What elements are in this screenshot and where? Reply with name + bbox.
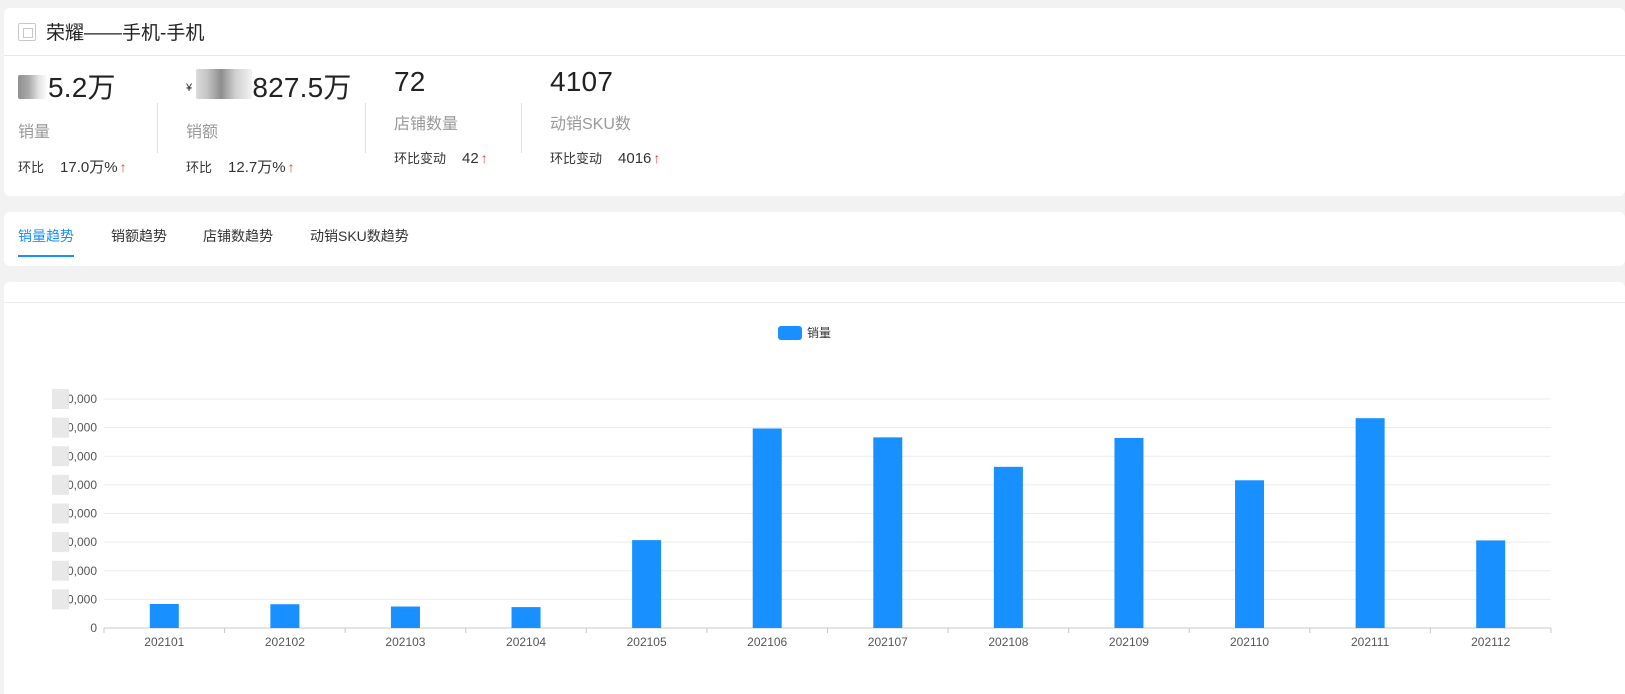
x-tick-label: 202110 xyxy=(1230,635,1269,649)
metric-value: 72 xyxy=(394,66,426,97)
metric-label: 销额 xyxy=(186,124,219,141)
metric-compare: 环比 17.0万% ↑ xyxy=(18,156,127,177)
bar xyxy=(1476,540,1506,628)
divider xyxy=(365,103,366,153)
brand-icon xyxy=(18,22,36,41)
metric-compare: 环比变动 4016 ↑ xyxy=(550,148,660,167)
metric-sales-volume: 5.2万 销量 环比 17.0万% ↑ xyxy=(18,66,127,177)
obscured-tick-digits xyxy=(52,446,69,467)
obscured-tick-digits xyxy=(52,389,69,409)
metric-label: 销量 xyxy=(18,124,51,141)
metric-store-count: 72 店铺数量 环比变动 42 ↑ xyxy=(394,66,488,167)
obscured-tick-digits xyxy=(52,532,69,553)
bar xyxy=(390,606,420,628)
compare-label: 环比 xyxy=(18,160,45,175)
y-tick-label: 0,000 xyxy=(67,535,97,549)
x-tick-label: 202111 xyxy=(1351,635,1390,649)
chart-card: 0 0,000 0,000 0,000 0,000 0,000 0,000 0,000 0,00… xyxy=(4,282,1625,694)
y-tick-label: 0,000 xyxy=(67,564,97,578)
tab-store-count-trend[interactable]: 店铺数趋势 xyxy=(203,226,273,255)
compare-value: 42 xyxy=(462,150,479,167)
bar xyxy=(752,428,782,628)
compare-label: 环比变动 xyxy=(550,151,603,166)
metric-value: ¥827.5万 xyxy=(186,66,352,106)
obscured-tick-digits xyxy=(52,417,69,438)
obscured-tick-digits xyxy=(52,474,69,495)
metric-compare: 环比变动 42 ↑ xyxy=(394,148,488,167)
x-tick-label: 202109 xyxy=(1109,635,1149,649)
tab-sales-amount-trend[interactable]: 销额趋势 xyxy=(111,226,167,255)
y-tick-label: 0,000 xyxy=(67,507,97,521)
y-tick-label: 0,000 xyxy=(67,392,97,406)
bar xyxy=(873,437,903,628)
legend-swatch xyxy=(778,326,802,340)
x-tick-label: 202102 xyxy=(265,635,305,649)
obscured-tick-digits xyxy=(52,503,69,524)
y-tick-label: 0,000 xyxy=(67,449,97,463)
title-row: 荣耀——手机-手机 xyxy=(4,8,1625,56)
metric-value: 5.2万 xyxy=(18,66,127,106)
compare-value: 4016 xyxy=(618,150,652,167)
compare-label: 环比变动 xyxy=(394,151,447,166)
up-arrow-icon: ↑ xyxy=(287,159,295,175)
x-tick-label: 202101 xyxy=(144,635,184,649)
metric-active-sku: 4107 动销SKU数 环比变动 4016 ↑ xyxy=(550,66,660,167)
y-tick-label: 0,000 xyxy=(67,592,97,606)
divider xyxy=(521,103,522,153)
bar xyxy=(1355,418,1385,628)
bar xyxy=(511,607,541,628)
divider xyxy=(157,103,158,153)
obscured-digits xyxy=(196,69,253,99)
x-tick-label: 202103 xyxy=(385,635,425,649)
x-tick-label: 202104 xyxy=(506,635,546,649)
currency-symbol: ¥ xyxy=(186,82,193,94)
metric-label: 店铺数量 xyxy=(394,116,459,133)
obscured-tick-digits xyxy=(52,589,69,610)
y-tick-label: 0 xyxy=(90,621,97,635)
x-tick-label: 202112 xyxy=(1471,635,1510,649)
bar xyxy=(1235,480,1265,628)
metric-sales-amount: ¥827.5万 销额 环比 12.7万% ↑ xyxy=(186,66,352,177)
compare-value: 12.7万% xyxy=(228,159,286,176)
up-arrow-icon: ↑ xyxy=(653,150,661,166)
x-tick-label: 202105 xyxy=(627,635,667,649)
x-tick-label: 202107 xyxy=(868,635,908,649)
metric-compare: 环比 12.7万% ↑ xyxy=(186,156,352,177)
up-arrow-icon: ↑ xyxy=(119,159,127,175)
tab-sales-volume-trend[interactable]: 销量趋势 xyxy=(18,226,74,257)
x-tick-label: 202108 xyxy=(988,635,1028,649)
legend-label: 销量 xyxy=(807,326,831,340)
bar xyxy=(270,604,300,628)
x-tick-label: 202106 xyxy=(747,635,787,649)
up-arrow-icon: ↑ xyxy=(480,150,488,166)
bar-chart: 0 0,000 0,000 0,000 0,000 0,000 0,000 0,000 0,00… xyxy=(52,326,1552,649)
bar xyxy=(632,540,662,628)
obscured-digits xyxy=(18,75,48,99)
y-tick-label: 0,000 xyxy=(67,421,97,435)
trend-tabs: 销量趋势 销额趋势 店铺数趋势 动销SKU数趋势 xyxy=(4,212,1625,266)
tab-active-sku-trend[interactable]: 动销SKU数趋势 xyxy=(310,226,409,255)
obscured-tick-digits xyxy=(52,560,69,581)
summary-card: 荣耀——手机-手机 5.2万 销量 环比 17.0万% ↑ ¥827.5万 销额 环… xyxy=(4,8,1625,196)
metric-label: 动销SKU数 xyxy=(550,116,631,133)
metric-value: 4107 xyxy=(550,66,614,97)
page-title: 荣耀——手机-手机 xyxy=(46,23,205,44)
compare-value: 17.0万% xyxy=(60,159,118,176)
bar xyxy=(149,603,179,628)
bar xyxy=(1114,437,1144,628)
compare-label: 环比 xyxy=(186,160,213,175)
bar xyxy=(993,466,1023,628)
y-tick-label: 0,000 xyxy=(67,478,97,492)
